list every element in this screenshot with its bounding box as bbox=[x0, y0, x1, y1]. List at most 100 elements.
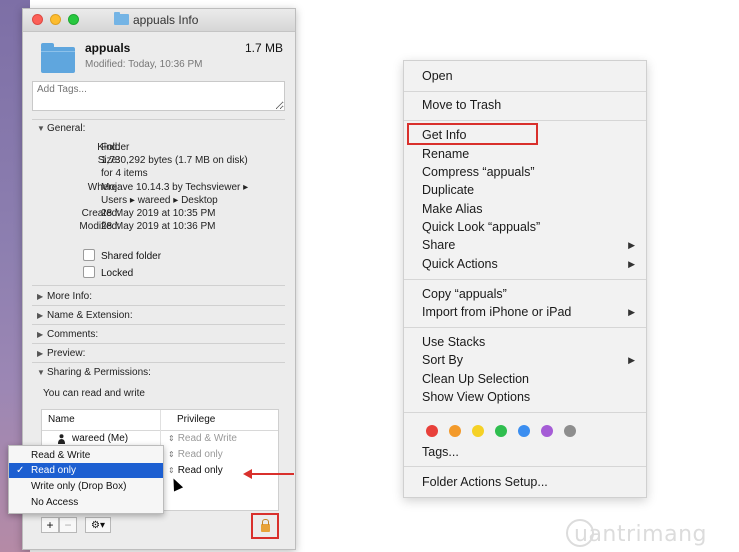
popup-option[interactable]: Write only (Drop Box) bbox=[9, 479, 163, 494]
item-size: 1.7 MB bbox=[244, 41, 283, 55]
action-menu-button[interactable]: ⚙▾ bbox=[85, 517, 111, 533]
shared-folder-checkbox[interactable]: Shared folder bbox=[83, 249, 161, 262]
divider bbox=[32, 324, 285, 325]
title-bar: appuals Info bbox=[23, 9, 295, 32]
section-label: Sharing & Permissions: bbox=[47, 367, 151, 378]
menu-item-sort-by[interactable]: Sort By bbox=[422, 353, 463, 367]
where-path: Users ▸ wareed ▸ Desktop bbox=[101, 195, 218, 206]
sharing-status: You can read and write bbox=[43, 388, 145, 399]
popup-option-selected[interactable]: ✓ Read only bbox=[9, 463, 163, 478]
tag-color-gray[interactable] bbox=[564, 425, 576, 437]
menu-item-quick-look[interactable]: Quick Look “appuals” bbox=[422, 220, 540, 234]
remove-user-button[interactable]: − bbox=[59, 517, 77, 533]
privilege-popup-menu: Read & Write ✓ Read only Write only (Drop… bbox=[8, 445, 164, 514]
section-label: Preview: bbox=[47, 348, 86, 359]
updown-icon: ⇕ bbox=[168, 434, 175, 443]
section-label: General: bbox=[47, 123, 86, 134]
menu-item-clean-up[interactable]: Clean Up Selection bbox=[422, 372, 529, 386]
checkbox-icon bbox=[83, 266, 95, 278]
menu-item-move-to-trash[interactable]: Move to Trash bbox=[422, 98, 501, 112]
item-modified: Modified: Today, 10:36 PM bbox=[85, 59, 203, 70]
submenu-arrow-icon: ▶ bbox=[628, 307, 635, 317]
divider bbox=[32, 285, 285, 286]
lock-highlight bbox=[251, 513, 279, 539]
menu-item-make-alias[interactable]: Make Alias bbox=[422, 202, 482, 216]
kind-value: Folder bbox=[101, 142, 130, 153]
menu-separator bbox=[404, 120, 646, 121]
menu-separator bbox=[404, 327, 646, 328]
privilege-value: Read & Write bbox=[177, 433, 237, 444]
tag-color-yellow[interactable] bbox=[472, 425, 484, 437]
size-value: 1,730,292 bytes (1.7 MB on disk) bbox=[101, 155, 248, 166]
section-name-extension[interactable]: ▶ Name & Extension: bbox=[37, 310, 133, 321]
divider bbox=[32, 362, 285, 363]
section-more-info[interactable]: ▶ More Info: bbox=[37, 291, 92, 302]
user-icon bbox=[58, 434, 65, 444]
red-arrow-head-icon bbox=[243, 469, 252, 479]
tag-color-purple[interactable] bbox=[541, 425, 553, 437]
menu-item-import-iphone[interactable]: Import from iPhone or iPad bbox=[422, 305, 571, 319]
general-details: Kind: Folder Size: 1,730,292 bytes (1.7 … bbox=[23, 141, 295, 232]
section-sharing-permissions[interactable]: ▼ Sharing & Permissions: bbox=[37, 367, 151, 378]
lock-icon[interactable] bbox=[261, 519, 270, 532]
privilege-select[interactable]: ⇕ Read only bbox=[168, 465, 223, 476]
menu-item-get-info[interactable]: Get Info bbox=[422, 128, 466, 142]
menu-item-quick-actions[interactable]: Quick Actions bbox=[422, 257, 498, 271]
red-arrow bbox=[250, 473, 294, 475]
menu-separator bbox=[404, 412, 646, 413]
minimize-button[interactable] bbox=[50, 14, 61, 25]
tag-color-orange[interactable] bbox=[449, 425, 461, 437]
submenu-arrow-icon: ▶ bbox=[628, 259, 635, 269]
menu-item-open[interactable]: Open bbox=[422, 69, 453, 83]
submenu-arrow-icon: ▶ bbox=[628, 355, 635, 365]
menu-item-compress[interactable]: Compress “appuals” bbox=[422, 165, 535, 179]
disclosure-open-icon: ▼ bbox=[37, 368, 45, 377]
menu-item-share[interactable]: Share bbox=[422, 238, 455, 252]
section-label: More Info: bbox=[47, 291, 93, 302]
privilege-value: Read only bbox=[177, 465, 223, 476]
menu-separator bbox=[404, 91, 646, 92]
locked-checkbox[interactable]: Locked bbox=[83, 266, 133, 279]
menu-item-tags[interactable]: Tags... bbox=[422, 445, 459, 459]
privilege-select[interactable]: ⇕ Read & Write bbox=[168, 433, 237, 444]
checkbox-label: Shared folder bbox=[101, 251, 162, 262]
column-privilege[interactable]: Privilege bbox=[177, 414, 215, 425]
watermark: uantrimang bbox=[574, 522, 707, 547]
modified-value: 28 May 2019 at 10:36 PM bbox=[101, 221, 216, 232]
menu-item-rename[interactable]: Rename bbox=[422, 147, 469, 161]
folder-icon bbox=[41, 43, 75, 73]
menu-separator bbox=[404, 279, 646, 280]
window-title: appuals Info bbox=[133, 13, 199, 27]
menu-item-show-view-options[interactable]: Show View Options bbox=[422, 390, 530, 404]
folder-icon bbox=[114, 12, 129, 25]
privilege-select[interactable]: ⇕ Read only bbox=[168, 449, 223, 460]
add-user-button[interactable]: + bbox=[41, 517, 59, 533]
menu-item-copy[interactable]: Copy “appuals” bbox=[422, 287, 507, 301]
menu-item-use-stacks[interactable]: Use Stacks bbox=[422, 335, 485, 349]
checkmark-icon: ✓ bbox=[16, 465, 25, 476]
tag-color-red[interactable] bbox=[426, 425, 438, 437]
checkbox-label: Locked bbox=[101, 268, 134, 279]
section-preview[interactable]: ▶ Preview: bbox=[37, 348, 85, 359]
submenu-arrow-icon: ▶ bbox=[628, 240, 635, 250]
divider bbox=[32, 343, 285, 344]
section-comments[interactable]: ▶ Comments: bbox=[37, 329, 98, 340]
menu-item-duplicate[interactable]: Duplicate bbox=[422, 183, 474, 197]
disclosure-closed-icon: ▶ bbox=[37, 311, 44, 320]
zoom-button[interactable] bbox=[68, 14, 79, 25]
disclosure-closed-icon: ▶ bbox=[37, 292, 44, 301]
menu-item-folder-actions[interactable]: Folder Actions Setup... bbox=[422, 475, 548, 489]
tag-color-blue[interactable] bbox=[518, 425, 530, 437]
item-name: appuals bbox=[85, 41, 131, 55]
close-button[interactable] bbox=[32, 14, 43, 25]
column-name[interactable]: Name bbox=[48, 414, 75, 425]
context-menu: Open Move to Trash Get Info Rename Compr… bbox=[403, 60, 647, 498]
section-general[interactable]: ▼ General: bbox=[37, 123, 85, 134]
size-items: for 4 items bbox=[101, 168, 148, 179]
tag-color-green[interactable] bbox=[495, 425, 507, 437]
popup-option[interactable]: No Access bbox=[9, 495, 163, 510]
updown-icon: ⇕ bbox=[168, 450, 175, 459]
popup-option[interactable]: Read & Write bbox=[9, 448, 163, 463]
tags-input[interactable] bbox=[32, 81, 285, 111]
section-label: Comments: bbox=[47, 329, 99, 340]
